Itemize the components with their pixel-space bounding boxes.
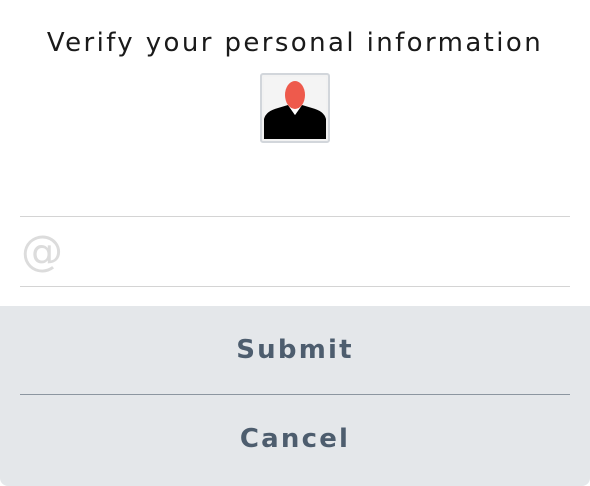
action-buttons: Submit Cancel [0,306,590,486]
dialog-title: Verify your personal information [46,28,544,58]
email-divider-bottom [20,286,570,287]
email-input[interactable] [76,231,570,273]
person-silhouette-icon [264,77,326,139]
cancel-button[interactable]: Cancel [0,395,590,483]
submit-button[interactable]: Submit [0,306,590,394]
avatar[interactable] [260,73,330,143]
at-sign-icon: @ [21,226,63,275]
verify-dialog: Verify your personal information @ Submi… [0,0,590,486]
email-field[interactable]: @ [20,217,570,286]
